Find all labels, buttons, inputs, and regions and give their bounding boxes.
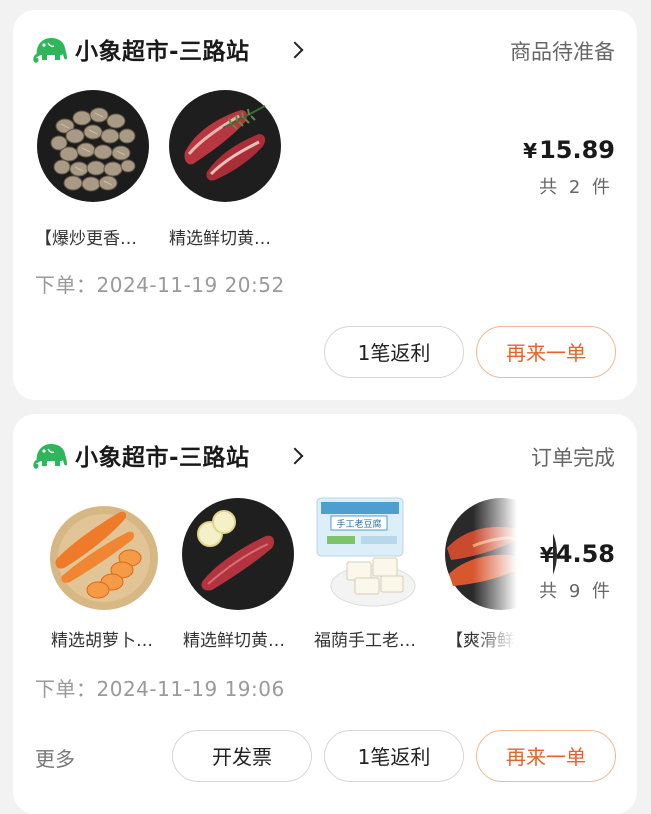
product-name: 精选胡萝卜…: [51, 631, 153, 651]
order-card[interactable]: 小象超市-三路站 订单完成 精选胡萝卜… 精选鲜切黄… 手工老豆腐 福荫手工老……: [13, 414, 637, 814]
order-time: 下单：2024-11-19 19:06: [35, 677, 285, 701]
currency-symbol: ¥: [523, 139, 538, 163]
store-name[interactable]: 小象超市-三路站: [75, 438, 250, 472]
product-thumbnail-tofu[interactable]: 手工老豆腐: [311, 496, 427, 612]
product-name: 精选鲜切黄…: [169, 229, 271, 249]
product-name: 精选鲜切黄…: [183, 631, 285, 651]
product-thumbnail-carrots[interactable]: [48, 496, 164, 612]
product-thumbnail-beef[interactable]: [180, 496, 296, 612]
item-count: 共 9 件: [539, 581, 613, 602]
product-name: 福荫手工老…: [314, 631, 416, 651]
price-value: 4.58: [555, 540, 615, 568]
item-count: 共 2 件: [539, 177, 613, 198]
order-time: 下单：2024-11-19 20:52: [35, 273, 285, 297]
elephant-logo-icon: [33, 33, 69, 63]
store-name[interactable]: 小象超市-三路站: [75, 32, 250, 66]
order-card[interactable]: 小象超市-三路站 商品待准备 【爆炒更香… 精选鲜切黄… ¥15.89 共 2 …: [13, 10, 637, 400]
more-link[interactable]: 更多: [35, 743, 75, 772]
price-value: 15.89: [539, 136, 615, 164]
order-status: 商品待准备: [510, 40, 615, 64]
currency-symbol: ¥: [539, 543, 554, 567]
chevron-right-icon[interactable]: [286, 41, 304, 59]
product-thumbnail-beef[interactable]: [167, 88, 283, 204]
rebate-button[interactable]: 1笔返利: [324, 730, 464, 782]
order-price: ¥15.89: [523, 136, 615, 164]
tofu-package-label: 手工老豆腐: [336, 518, 381, 530]
scroll-fade-overlay: [473, 490, 553, 650]
chevron-right-icon[interactable]: [286, 447, 304, 465]
order-price: ¥4.58: [540, 540, 615, 568]
reorder-button[interactable]: 再来一单: [476, 730, 616, 782]
order-header: 小象超市-三路站 订单完成: [13, 414, 637, 494]
elephant-logo-icon: [33, 439, 69, 469]
product-name: 【爆炒更香…: [35, 229, 137, 249]
invoice-button[interactable]: 开发票: [172, 730, 312, 782]
order-status: 订单完成: [531, 446, 615, 470]
rebate-button[interactable]: 1笔返利: [324, 326, 464, 378]
reorder-button[interactable]: 再来一单: [476, 326, 616, 378]
order-header: 小象超市-三路站 商品待准备: [13, 10, 637, 90]
product-thumbnail-clams[interactable]: [35, 88, 151, 204]
